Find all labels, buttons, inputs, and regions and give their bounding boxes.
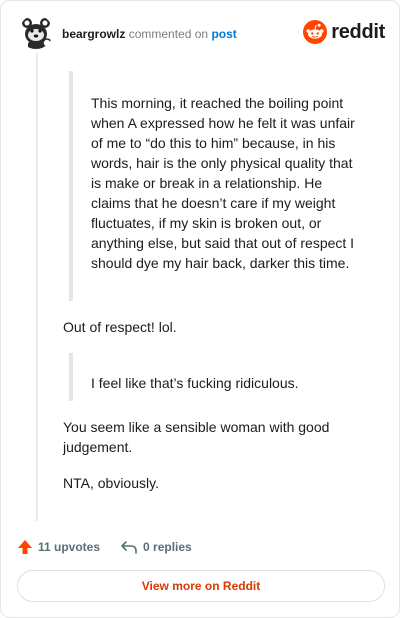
upvote-button[interactable]: 11 upvotes: [17, 539, 100, 555]
reddit-wordmark: reddit: [331, 20, 385, 43]
reddit-logo-icon: [303, 20, 328, 44]
blockquote-1: This morning, it reached the boiling poi…: [69, 71, 359, 301]
view-more-button[interactable]: View more on Reddit: [17, 570, 385, 602]
post-link[interactable]: post: [211, 27, 236, 41]
comment-footer: 11 upvotes 0 replies: [17, 536, 192, 558]
comment-paragraph-1: Out of respect! lol.: [63, 319, 177, 335]
upvote-count: 11 upvotes: [38, 540, 101, 554]
reddit-brand[interactable]: reddit: [303, 19, 385, 45]
comment-meta: beargrowlz commented on post: [62, 27, 237, 41]
reply-arrow-icon: [121, 541, 137, 554]
action-text: commented on: [128, 27, 209, 41]
reply-button[interactable]: 0 replies: [120, 539, 192, 555]
thread-line: [36, 53, 38, 521]
reply-count: 0 replies: [143, 540, 192, 554]
blockquote-2: I feel like that’s fucking ridiculous.: [69, 353, 359, 401]
comment-paragraph-3: NTA, obviously.: [63, 475, 159, 491]
avatar-bear-icon[interactable]: [19, 15, 53, 49]
username-link[interactable]: beargrowlz: [62, 27, 125, 41]
upvote-arrow-icon: [18, 540, 32, 554]
comment-header: beargrowlz commented on post reddit: [17, 15, 385, 53]
comment-card: beargrowlz commented on post reddit This…: [0, 0, 400, 618]
comment-paragraph-2: You seem like a sensible woman with good…: [63, 419, 330, 455]
